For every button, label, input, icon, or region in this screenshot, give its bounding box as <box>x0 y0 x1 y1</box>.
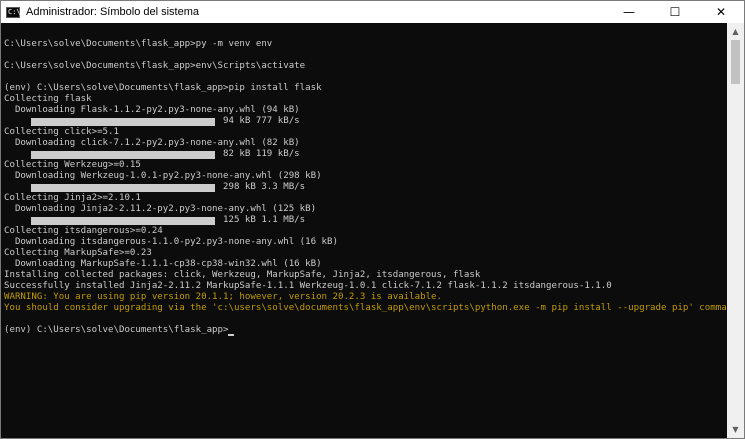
console-line: (env) C:\Users\solve\Documents\flask_app… <box>4 83 727 94</box>
console-line-text: Downloading itsdangerous-1.1.0-py2.py3-n… <box>4 237 338 247</box>
console-line-text: Installing collected packages: click, We… <box>4 270 481 280</box>
console-line: Collecting Jinja2>=2.10.1 <box>4 193 727 204</box>
text-cursor <box>228 334 235 336</box>
warning-line: WARNING: You are using pip version 20.1.… <box>4 292 727 303</box>
scroll-up-arrow-icon[interactable]: ▲ <box>727 23 744 40</box>
prompt-line: (env) C:\Users\solve\Documents\flask_app… <box>4 325 727 336</box>
progress-text: 298 kB 3.3 MB/s <box>223 182 306 192</box>
progress-bar <box>31 150 215 159</box>
console-line-text: Collecting flask <box>4 94 92 104</box>
console-line-text: Collecting itsdangerous>=0.24 <box>4 226 163 236</box>
console-line-text: Downloading MarkupSafe-1.1.1-cp38-cp38-w… <box>4 259 322 269</box>
console-line-text: Downloading Flask-1.1.2-py2.py3-none-any… <box>4 105 300 115</box>
download-progress-line: 125 kB 1.1 MB/s <box>4 215 727 226</box>
console-line-text: Collecting Jinja2>=2.10.1 <box>4 193 141 203</box>
console-line-text: Downloading Jinja2-2.11.2-py2.py3-none-a… <box>4 204 317 214</box>
download-progress-line: 82 kB 119 kB/s <box>4 149 727 160</box>
console-line-text: Downloading click-7.1.2-py2.py3-none-any… <box>4 138 300 148</box>
console-line-text: Collecting MarkupSafe>=0.23 <box>4 248 152 258</box>
progress-bar <box>31 183 215 192</box>
console-line: C:\Users\solve\Documents\flask_app>env\S… <box>4 61 727 72</box>
console-line-text: C:\Users\solve\Documents\flask_app>py -m… <box>4 39 273 49</box>
download-progress-line: 298 kB 3.3 MB/s <box>4 182 727 193</box>
window-controls: — ☐ ✕ <box>606 1 744 23</box>
console-line: Collecting click>=5.1 <box>4 127 727 138</box>
minimize-button[interactable]: — <box>606 1 652 23</box>
window-title: Administrador: Símbolo del sistema <box>26 6 200 18</box>
console-output[interactable]: C:\Users\solve\Documents\flask_app>py -m… <box>1 23 743 438</box>
console-line-text: Collecting click>=5.1 <box>4 127 119 137</box>
console-line: Collecting Werkzeug>=0.15 <box>4 160 727 171</box>
console-line: Downloading Flask-1.1.2-py2.py3-none-any… <box>4 105 727 116</box>
progress-bar <box>31 216 215 225</box>
vertical-scrollbar[interactable]: ▲ ▼ <box>727 23 744 438</box>
warning-line: You should consider upgrading via the 'c… <box>4 303 743 314</box>
console-line: Downloading MarkupSafe-1.1.1-cp38-cp38-w… <box>4 259 727 270</box>
console-line-text: Successfully installed Jinja2-2.11.2 Mar… <box>4 281 612 291</box>
console-line: Downloading Werkzeug-1.0.1-py2.py3-none-… <box>4 171 727 182</box>
console-line: Downloading click-7.1.2-py2.py3-none-any… <box>4 138 727 149</box>
scrollbar-thumb[interactable] <box>731 40 740 84</box>
console-line-text: Downloading Werkzeug-1.0.1-py2.py3-none-… <box>4 171 322 181</box>
progress-bar <box>31 117 215 126</box>
console-line-text: WARNING: You are using pip version 20.1.… <box>4 292 442 302</box>
console-line: Installing collected packages: click, We… <box>4 270 727 281</box>
console-line: Collecting itsdangerous>=0.24 <box>4 226 727 237</box>
console-line-text: (env) C:\Users\solve\Documents\flask_app… <box>4 325 229 335</box>
console-line-text: (env) C:\Users\solve\Documents\flask_app… <box>4 83 322 93</box>
console-line-text: C:\Users\solve\Documents\flask_app>env\S… <box>4 61 306 71</box>
console-line: Downloading itsdangerous-1.1.0-py2.py3-n… <box>4 237 727 248</box>
console-line-text: Collecting Werkzeug>=0.15 <box>4 160 141 170</box>
scroll-down-arrow-icon[interactable]: ▼ <box>727 421 744 438</box>
console-line: Downloading Jinja2-2.11.2-py2.py3-none-a… <box>4 204 727 215</box>
command-prompt-window: C:\ Administrador: Símbolo del sistema —… <box>0 0 745 439</box>
console-line: Collecting flask <box>4 94 727 105</box>
console-line-text: You should consider upgrading via the 'c… <box>4 303 744 313</box>
console-app-icon[interactable]: C:\ <box>6 6 21 18</box>
progress-text: 94 kB 777 kB/s <box>223 116 300 126</box>
console-line: C:\Users\solve\Documents\flask_app>py -m… <box>4 39 727 50</box>
close-button[interactable]: ✕ <box>698 1 744 23</box>
console-line: Successfully installed Jinja2-2.11.2 Mar… <box>4 281 727 292</box>
console-line: Collecting MarkupSafe>=0.23 <box>4 248 727 259</box>
download-progress-line: 94 kB 777 kB/s <box>4 116 727 127</box>
title-bar[interactable]: C:\ Administrador: Símbolo del sistema —… <box>1 1 744 23</box>
progress-text: 125 kB 1.1 MB/s <box>223 215 306 225</box>
progress-text: 82 kB 119 kB/s <box>223 149 300 159</box>
maximize-button[interactable]: ☐ <box>652 1 698 23</box>
